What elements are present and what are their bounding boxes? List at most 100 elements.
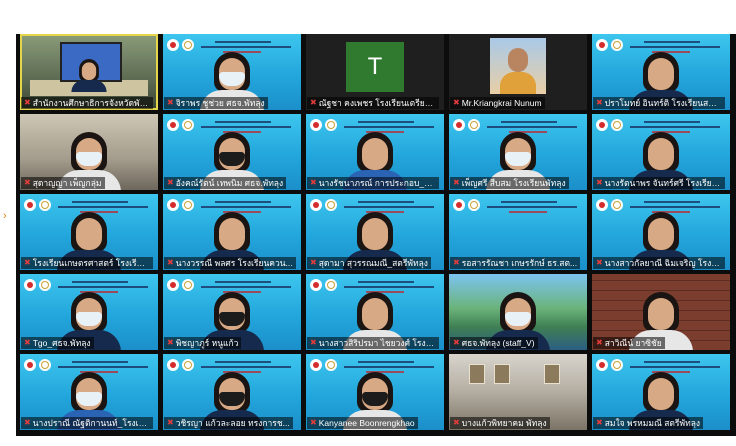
wall-frame — [494, 364, 510, 384]
microphone-muted-icon: ✖ — [453, 98, 460, 107]
participant-name-label: ✖ สุดาญญา เพ็ญกลุ่ม — [21, 177, 105, 189]
participant-tile[interactable]: ✖ สำนักงานศึกษาธิการจังหวัดพัทลุง — [20, 34, 158, 110]
participant-name: สมใจ พรหมมณี สตรีพัทลุง — [604, 418, 701, 428]
participant-name: พิชญาภูร์ หนูแก้ว — [175, 338, 239, 348]
participant-tile[interactable]: ✖ปราโมทย์ อินทร์ติ โรงเรียนสตรีพัทลุง — [592, 34, 730, 110]
edge-arrow-icon: › — [3, 210, 7, 222]
ministry-seal-icon — [468, 199, 480, 211]
microphone-muted-icon: ✖ — [310, 178, 317, 187]
left-edge: › — [0, 34, 16, 436]
participant-tile[interactable]: ✖ นางปราณี ณัฐติกานนท์_โรงเรีย... — [20, 354, 158, 430]
wall-frame — [469, 364, 485, 384]
red-cross-logo-icon — [24, 359, 36, 371]
participant-name-label: ✖ นางวรรณี พลศร โรงเรียนควน... — [164, 257, 296, 269]
participant-tile[interactable]: T ✖ ณัฐชา คงเพชร โรงเรียนเตรียม... — [306, 34, 444, 110]
participant-name: นางรัตนาพร จันทร์ศรี โรงเรียน... — [604, 178, 722, 188]
red-cross-logo-icon — [596, 359, 608, 371]
participant-name-label: ✖ นางรัตนาพร จันทร์ศรี โรงเรียน... — [593, 177, 725, 189]
participant-name-label: ✖นางรัชนาภรณ์ การประกอบ_สตรีพัทลุง — [307, 177, 439, 189]
participant-tile[interactable]: ✖ บางแก้วพิทยาคม พัทลุง — [449, 354, 587, 430]
participant-name: สาวิณีน์ ยาซิชัย — [604, 338, 662, 348]
participant-tile[interactable]: ✖ จิราพร ชูช่วย ศธจ.พัทลุง — [163, 34, 301, 110]
participant-name-label: ✖โรงเรียนเกษตรศาสตร์ โรงเรียนควน... — [21, 257, 153, 269]
participant-tile[interactable]: ✖ สมใจ พรหมมณี สตรีพัทลุง — [592, 354, 730, 430]
participant-tile[interactable]: ✖ Mr.Kriangkrai Nunum — [449, 34, 587, 110]
microphone-muted-icon: ✖ — [453, 338, 460, 347]
participant-name-label: ✖ปราโมทย์ อินทร์ติ โรงเรียนสตรีพัทลุง — [593, 97, 725, 109]
microphone-muted-icon: ✖ — [596, 418, 603, 427]
red-cross-logo-icon — [24, 279, 36, 291]
profile-photo — [490, 38, 546, 94]
participant-name-label: ✖ Kanyanee Boonrengkhao — [307, 417, 418, 429]
ministry-seal-icon — [611, 199, 623, 211]
participant-name: นางรัชนาภรณ์ การประกอบ_สตรีพัทลุง — [318, 178, 436, 188]
participant-name-label: ✖ สำนักงานศึกษาธิการจังหวัดพัทลุง — [21, 97, 153, 109]
participant-name: นางสาวสิริปรมา ไชยวงศ์ โรงเรีย... — [318, 338, 436, 348]
participant-name-label: ✖ สาวิณีน์ ยาซิชัย — [593, 337, 665, 349]
participant-tile[interactable]: ✖ นางวรรณี พลศร โรงเรียนควน... — [163, 194, 301, 270]
participant-tile[interactable]: ✖ รอสารรัณชา เกษรรักษ์ ธร.สต... — [449, 194, 587, 270]
participant-name-label: ✖ เพ็ญศรี สืบสม โรงเรียนพัทลุง — [450, 177, 569, 189]
participant-name: ณัฐชา คงเพชร โรงเรียนเตรียม... — [318, 98, 436, 108]
red-cross-logo-icon — [167, 279, 179, 291]
participant-name: วชิรญา แก้วละลอย ทรงการช... — [175, 418, 290, 428]
participant-name-label: ✖ วชิรญา แก้วละลอย ทรงการช... — [164, 417, 293, 429]
participant-tile[interactable]: ✖ Tgo_ศธจ.พัทลุง — [20, 274, 158, 350]
red-cross-logo-icon — [453, 199, 465, 211]
microphone-muted-icon: ✖ — [596, 178, 603, 187]
participant-name: บางแก้วพิทยาคม พัทลุง — [461, 418, 547, 428]
participant-name: Mr.Kriangkrai Nunum — [461, 98, 542, 108]
microphone-muted-icon: ✖ — [310, 258, 317, 267]
participant-name: จิราพร ชูช่วย ศธจ.พัทลุง — [175, 98, 265, 108]
participant-grid: ✖ สำนักงานศึกษาธิการจังหวัดพัทลุง ✖ จิราพร … — [20, 34, 734, 436]
participant-name: สุดาญญา เพ็ญกลุ่ม — [32, 178, 102, 188]
ministry-seal-icon — [611, 119, 623, 131]
participant-name: Tgo_ศธจ.พัทลุง — [32, 338, 91, 348]
participant-tile[interactable]: ✖ พิชญาภูร์ หนูแก้ว — [163, 274, 301, 350]
ministry-seal-icon — [39, 359, 51, 371]
red-cross-logo-icon — [167, 39, 179, 51]
participant-tile[interactable]: ✖นางสาวกัลยาณี ฉิมเจริญ โรงเรียน... — [592, 194, 730, 270]
participant-tile[interactable]: ✖ นางรัตนาพร จันทร์ศรี โรงเรียน... — [592, 114, 730, 190]
participant-tile[interactable]: ✖ สาวิณีน์ ยาซิชัย — [592, 274, 730, 350]
participant-name: รอสารรัณชา เกษรรักษ์ ธร.สต... — [461, 258, 578, 268]
participant-name: นางสาวกัลยาณี ฉิมเจริญ โรงเรียน... — [604, 258, 722, 268]
red-cross-logo-icon — [167, 359, 179, 371]
participant-name-label: ✖ สมใจ พรหมมณี สตรีพัทลุง — [593, 417, 704, 429]
participant-name-label: ✖ บางแก้วพิทยาคม พัทลุง — [450, 417, 550, 429]
bottom-bar — [0, 436, 736, 446]
microphone-muted-icon: ✖ — [453, 178, 460, 187]
microphone-muted-icon: ✖ — [596, 258, 603, 267]
microphone-muted-icon: ✖ — [310, 98, 317, 107]
microphone-muted-icon: ✖ — [24, 178, 31, 187]
participant-tile[interactable]: ✖ นางสาวสิริปรมา ไชยวงศ์ โรงเรีย... — [306, 274, 444, 350]
participant-tile[interactable]: ✖ เพ็ญศรี สืบสม โรงเรียนพัทลุง — [449, 114, 587, 190]
red-cross-logo-icon — [24, 199, 36, 211]
red-cross-logo-icon — [167, 119, 179, 131]
participant-name-label: ✖ พิชญาภูร์ หนูแก้ว — [164, 337, 242, 349]
participant-tile[interactable]: ✖ วชิรญา แก้วละลอย ทรงการช... — [163, 354, 301, 430]
participant-tile[interactable]: ✖ สุดาญญา เพ็ญกลุ่ม — [20, 114, 158, 190]
participant-name-label: ✖ จิราพร ชูช่วย ศธจ.พัทลุง — [164, 97, 268, 109]
participant-name-label: ✖ Mr.Kriangkrai Nunum — [450, 97, 545, 109]
ministry-seal-icon — [182, 119, 194, 131]
red-cross-logo-icon — [310, 199, 322, 211]
participant-name: อังคณ์รัตน์ เทพนิม ศธจ.พัทลุง — [175, 178, 284, 188]
participant-tile[interactable]: ✖นางรัชนาภรณ์ การประกอบ_สตรีพัทลุง — [306, 114, 444, 190]
microphone-muted-icon: ✖ — [24, 258, 31, 267]
participant-name: เพ็ญศรี สืบสม โรงเรียนพัทลุง — [461, 178, 566, 188]
participant-tile[interactable]: ✖ สุดามา สุวรรณมณี_สตรีพัทลุง — [306, 194, 444, 270]
participant-name: สำนักงานศึกษาธิการจังหวัดพัทลุง — [32, 98, 150, 108]
participant-name-label: ✖ อังคณ์รัตน์ เทพนิม ศธจ.พัทลุง — [164, 177, 287, 189]
participant-tile[interactable]: ✖โรงเรียนเกษตรศาสตร์ โรงเรียนควน... — [20, 194, 158, 270]
microphone-muted-icon: ✖ — [167, 178, 174, 187]
participant-tile[interactable]: ✖ Kanyanee Boonrengkhao — [306, 354, 444, 430]
participant-tile[interactable]: ✖ ศธจ.พัทลุง (staff_V) — [449, 274, 587, 350]
ministry-seal-icon — [611, 359, 623, 371]
red-cross-logo-icon — [596, 199, 608, 211]
participant-tile[interactable]: ✖ อังคณ์รัตน์ เทพนิม ศธจ.พัทลุง — [163, 114, 301, 190]
microphone-muted-icon: ✖ — [453, 258, 460, 267]
participant-name: สุดามา สุวรรณมณี_สตรีพัทลุง — [318, 258, 428, 268]
participant-name-label: ✖ ณัฐชา คงเพชร โรงเรียนเตรียม... — [307, 97, 439, 109]
microphone-muted-icon: ✖ — [310, 338, 317, 347]
